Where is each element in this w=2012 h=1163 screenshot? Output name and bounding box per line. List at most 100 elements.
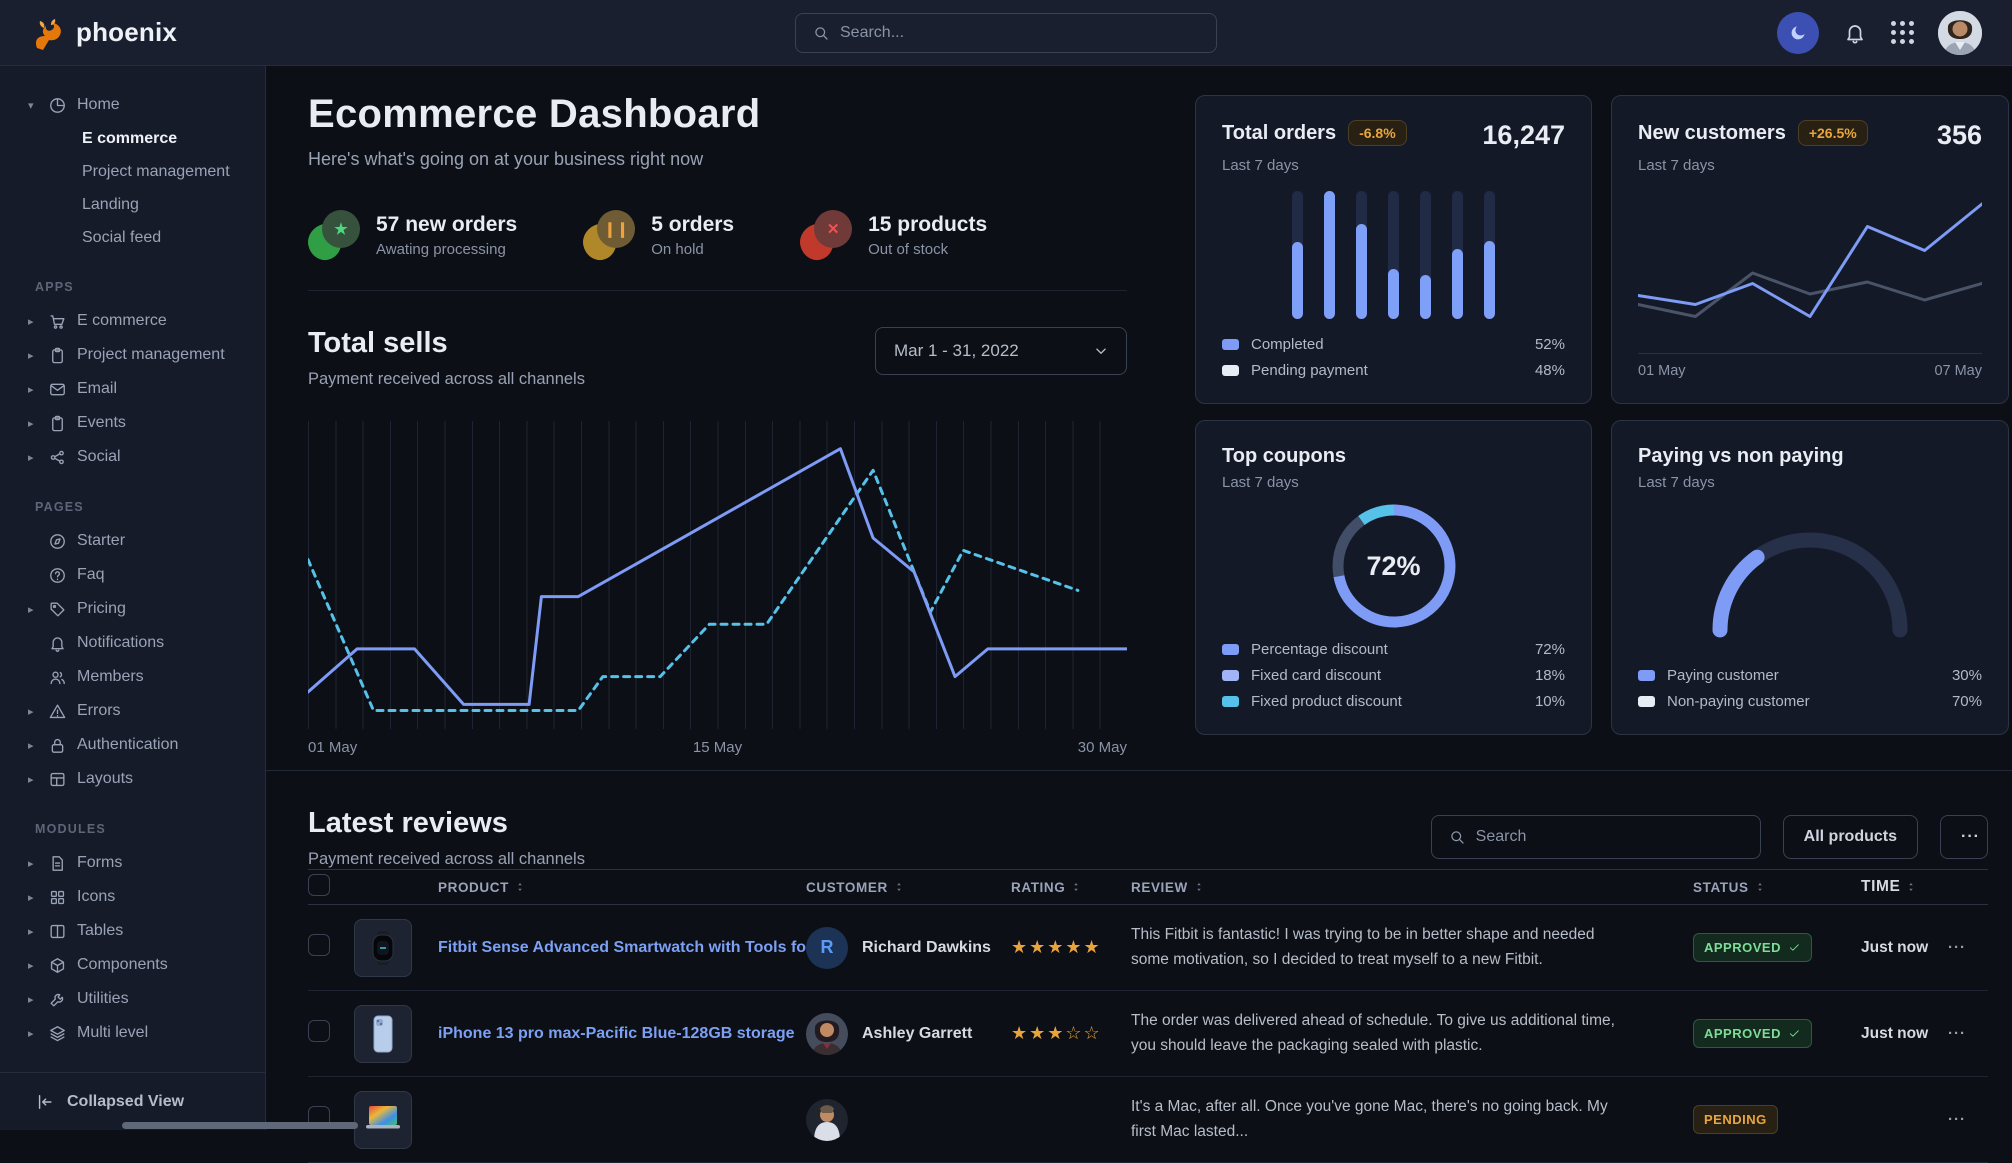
column-header-product[interactable]: PRODUCT [438, 880, 806, 895]
sidebar-section-label: PAGES [0, 474, 265, 524]
stats-row: ★ 57 new orders Awating processing ❙❙ 5 … [308, 210, 1127, 260]
global-search[interactable] [795, 13, 1217, 53]
row-checkbox[interactable] [308, 1020, 330, 1042]
column-header-review[interactable]: REVIEW [1131, 880, 1673, 895]
warning-icon [48, 702, 67, 721]
sidebar-subitem-project-management[interactable]: Project management [0, 155, 265, 188]
sidebar-item-utilities[interactable]: ▸ Utilities [0, 982, 265, 1016]
row-more-button[interactable]: ··· [1948, 1025, 1966, 1042]
total-sells-header: Total sells Payment received across all … [308, 327, 1127, 389]
sidebar-item-notifications[interactable]: Notifications [0, 626, 265, 660]
reviews-search[interactable] [1431, 815, 1761, 859]
stat-item: ✕ 15 products Out of stock [800, 210, 987, 260]
search-icon [812, 24, 830, 42]
sidebar-nav: ▾ HomeE commerceProject managementLandin… [0, 66, 265, 1100]
dashboard-top: Ecommerce Dashboard Here's what's going … [308, 66, 1988, 770]
sidebar-item-email[interactable]: ▸ Email [0, 372, 265, 406]
legend-swatch [1638, 670, 1655, 681]
top-coupons-title: Top coupons [1222, 445, 1346, 468]
lock-icon [48, 736, 67, 755]
sidebar-item-multi-level[interactable]: ▸ Multi level [0, 1016, 265, 1050]
collapse-icon [35, 1092, 55, 1112]
sidebar-item-errors[interactable]: ▸ Errors [0, 694, 265, 728]
notifications-button[interactable] [1843, 21, 1867, 45]
reviews-search-input[interactable] [1476, 828, 1744, 846]
sidebar-item-faq[interactable]: Faq [0, 558, 265, 592]
column-header-status[interactable]: STATUS [1673, 880, 1843, 895]
sidebar-item-starter[interactable]: Starter [0, 524, 265, 558]
sidebar-item-icons[interactable]: ▸ Icons [0, 880, 265, 914]
all-products-button[interactable]: All products [1783, 815, 1918, 859]
sidebar-item-label: Faq [77, 566, 105, 584]
row-more-button[interactable]: ··· [1948, 1111, 1966, 1128]
sidebar-item-label: Errors [77, 702, 121, 720]
legend-label: Completed [1251, 336, 1324, 353]
sidebar-item-e-commerce[interactable]: ▸ E commerce [0, 304, 265, 338]
columns-icon [48, 922, 67, 941]
sidebar-subitem-landing[interactable]: Landing [0, 188, 265, 221]
apps-grid-icon [1891, 21, 1914, 44]
total-orders-period: Last 7 days [1222, 157, 1565, 174]
theme-toggle-button[interactable] [1777, 12, 1819, 54]
column-header-rating[interactable]: RATING [1011, 880, 1131, 895]
column-header-customer[interactable]: CUSTOMER [806, 880, 1011, 895]
bell-icon [1843, 21, 1867, 45]
row-checkbox[interactable] [308, 934, 330, 956]
sidebar-item-events[interactable]: ▸ Events [0, 406, 265, 440]
box-icon [48, 956, 67, 975]
column-header-time[interactable]: TIME [1843, 878, 1948, 896]
legend-value: 18% [1535, 667, 1565, 684]
sidebar-item-pricing[interactable]: ▸ Pricing [0, 592, 265, 626]
bar-track [1292, 191, 1303, 319]
brand-logo[interactable]: phoenix [30, 15, 177, 51]
sidebar-item-social[interactable]: ▸ Social [0, 440, 265, 474]
stats-divider [308, 290, 1127, 291]
legend-value: 30% [1952, 667, 1982, 684]
topbar: phoenix [0, 0, 2012, 66]
legend-value: 52% [1535, 336, 1565, 353]
user-avatar[interactable] [1938, 11, 1982, 55]
select-all-checkbox[interactable] [308, 874, 330, 896]
legend-row: Paying customer 30% [1638, 667, 1982, 684]
total_sells-lines [308, 421, 1127, 729]
total-orders-card: Total orders -6.8% 16,247 Last 7 days [1195, 95, 1592, 404]
total-orders-legend: Completed 52% Pending payment 48% [1222, 336, 1565, 379]
sidebar-subitem-e-commerce[interactable]: E commerce [0, 122, 265, 155]
sort-icon [1754, 881, 1766, 893]
sidebar-item-forms[interactable]: ▸ Forms [0, 846, 265, 880]
caret-down-icon: ▾ [28, 99, 38, 112]
avatar-photo [1938, 11, 1982, 55]
product-link[interactable]: Fitbit Sense Advanced Smartwatch with To… [438, 939, 806, 957]
caret-right-icon: ▸ [28, 705, 38, 718]
avatar [806, 1099, 848, 1141]
sidebar-item-components[interactable]: ▸ Components [0, 948, 265, 982]
sidebar-item-home[interactable]: ▾ Home [0, 88, 265, 122]
caret-right-icon: ▸ [28, 739, 38, 752]
caret-right-icon: ▸ [28, 993, 38, 1006]
product-link[interactable]: iPhone 13 pro max-Pacific Blue-128GB sto… [438, 1025, 806, 1043]
row-more-button[interactable]: ··· [1948, 939, 1966, 956]
new-customers-line-chart [1638, 174, 1982, 353]
sidebar-item-members[interactable]: Members [0, 660, 265, 694]
x-axis-label: 07 May [1934, 363, 1982, 379]
legend-row: Fixed card discount 18% [1222, 667, 1565, 684]
gauge-arcs [1695, 518, 1925, 640]
legend-swatch [1222, 696, 1239, 707]
sidebar-item-project-management[interactable]: ▸ Project management [0, 338, 265, 372]
table-header-row: PRODUCT CUSTOMER RATING REVIEW STATUS TI… [308, 869, 1988, 905]
sidebar-item-authentication[interactable]: ▸ Authentication [0, 728, 265, 762]
horizontal-scrollbar[interactable] [122, 1122, 358, 1129]
sidebar-item-layouts[interactable]: ▸ Layouts [0, 762, 265, 796]
sidebar-subitem-social-feed[interactable]: Social feed [0, 221, 265, 254]
sidebar-item-label: Project management [77, 346, 225, 364]
global-search-input[interactable] [840, 24, 1200, 42]
sidebar-item-tables[interactable]: ▸ Tables [0, 914, 265, 948]
sort-icon [1905, 881, 1917, 893]
sidebar-item-label: Events [77, 414, 126, 432]
reviews-more-button[interactable]: ··· [1940, 815, 1988, 859]
apps-grid-button[interactable] [1891, 21, 1914, 44]
total-sells-subtitle: Payment received across all channels [308, 370, 585, 389]
legend-value: 10% [1535, 693, 1565, 710]
new-customers-period: Last 7 days [1638, 157, 1982, 174]
date-range-select[interactable]: Mar 1 - 31, 2022 [875, 327, 1127, 375]
